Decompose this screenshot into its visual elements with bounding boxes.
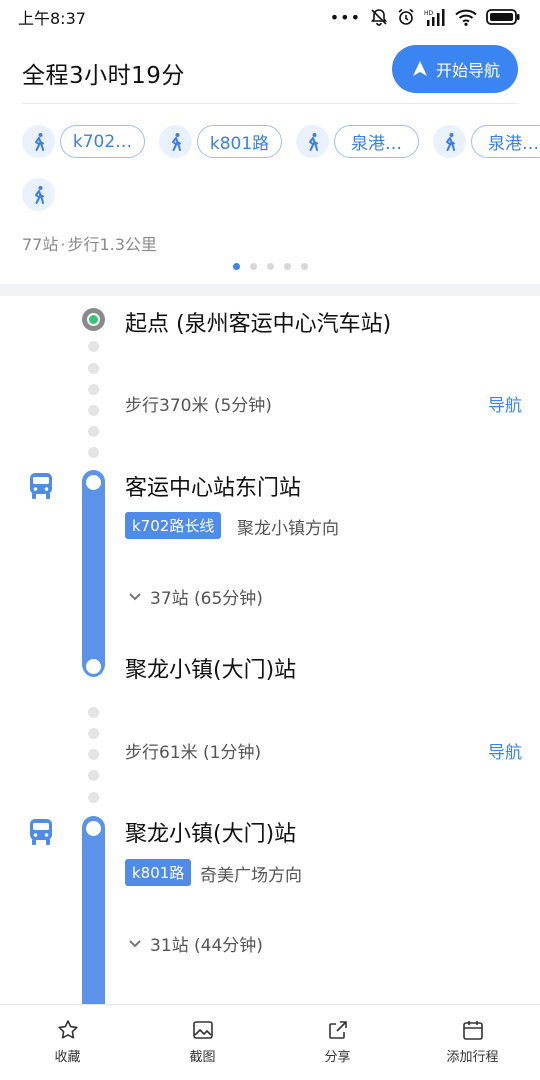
line-chip-quangang-1[interactable]: 泉港… — [334, 125, 419, 158]
walk-icon — [171, 132, 181, 151]
page-dot — [267, 263, 274, 270]
walk-icon — [308, 132, 318, 151]
leg-2-direction: 奇美广场方向 — [200, 866, 302, 886]
wifi-icon — [455, 9, 477, 26]
walk-dot — [88, 363, 99, 374]
leg-2-board-stop: 聚龙小镇(大门)站 — [125, 822, 297, 847]
page-dot-active — [233, 263, 240, 270]
chevron-down-icon — [129, 592, 141, 600]
walk-dot — [88, 770, 99, 781]
add-trip-label: 添加行程 — [446, 1050, 499, 1065]
status-bar: 上午8:37 ••• HD — [0, 0, 540, 34]
star-icon — [57, 1020, 78, 1039]
add-trip-button[interactable]: 添加行程 — [405, 1005, 540, 1080]
page-dot — [301, 263, 308, 270]
board-stop-marker — [83, 818, 104, 839]
walk-chip — [433, 125, 466, 158]
section-divider — [0, 284, 540, 296]
leg-1-stops-info: 37站 (65分钟) — [150, 589, 263, 609]
navigation-arrow-icon — [412, 61, 427, 76]
battery-icon — [486, 9, 520, 25]
image-icon — [192, 1021, 213, 1039]
leg-2-stops-info: 31站 (44分钟) — [150, 936, 263, 956]
more-dots-icon: ••• — [329, 7, 361, 27]
status-icons: ••• HD — [330, 8, 520, 27]
alarm-icon — [398, 8, 414, 25]
walk-icon — [34, 132, 44, 151]
walk-segment-2: 步行61米 (1分钟) — [125, 743, 262, 763]
svg-text:HD: HD — [424, 10, 434, 17]
screenshot-button[interactable]: 截图 — [135, 1005, 270, 1080]
walk-1-navigate-link[interactable]: 导航 — [488, 391, 522, 416]
alight-stop-marker — [83, 656, 104, 677]
stats-separator: · — [60, 235, 66, 254]
favorite-label: 收藏 — [54, 1050, 81, 1065]
start-navigation-label: 开始导航 — [435, 61, 500, 80]
bus-line-k801 — [82, 816, 105, 1004]
origin-marker — [82, 308, 105, 331]
walk-dot — [88, 728, 99, 739]
line-chip-k801[interactable]: k801路 — [197, 125, 282, 158]
page-dot — [250, 263, 257, 270]
walk-dot — [88, 405, 99, 416]
chevron-down-icon — [129, 939, 141, 947]
leg-1-alight-stop: 聚龙小镇(大门)站 — [125, 658, 297, 683]
line-chip-k702[interactable]: k702… — [60, 125, 145, 158]
bottom-action-bar: 收藏 截图 分享 添加行程 — [0, 1004, 540, 1080]
favorite-button[interactable]: 收藏 — [0, 1005, 135, 1080]
walk-distance: 步行1.3公里 — [67, 235, 157, 254]
screenshot-label: 截图 — [189, 1050, 216, 1065]
share-label: 分享 — [324, 1050, 351, 1065]
route-timeline: 起点 (泉州客运中心汽车站) 步行370米 (5分钟) 导航 客运中心站东门站 … — [0, 296, 540, 1004]
start-navigation-button[interactable]: 开始导航 — [392, 45, 518, 93]
walk-segment-1: 步行370米 (5分钟) — [125, 396, 272, 416]
share-button[interactable]: 分享 — [270, 1005, 405, 1080]
walk-dot — [88, 341, 99, 352]
route-chips[interactable]: k702… k801路 泉港… 泉港… — [22, 125, 540, 158]
route-stats: 77站 · 步行1.3公里 — [22, 231, 157, 255]
board-stop-marker — [83, 472, 104, 493]
route-chips-row-2 — [22, 178, 60, 211]
signal-icon: HD — [424, 8, 445, 26]
leg-1-stops-toggle[interactable]: 37站 (65分钟) — [128, 584, 263, 609]
status-time: 上午8:37 — [18, 9, 86, 28]
leg-2-line-badge[interactable]: k801路 — [125, 859, 192, 886]
walk-dot — [88, 447, 99, 458]
total-stops: 77站 — [22, 235, 59, 254]
calendar-icon — [462, 1021, 483, 1040]
walk-dot — [88, 707, 99, 718]
walk-dot — [88, 792, 99, 803]
share-icon — [328, 1021, 347, 1039]
route-duration: 全程3小时19分 — [22, 63, 185, 89]
leg-2-stops-toggle[interactable]: 31站 (44分钟) — [128, 931, 263, 956]
leg-1-line-badge[interactable]: k702路长线 — [125, 512, 222, 539]
bus-icon — [30, 819, 52, 845]
walk-chip — [296, 125, 329, 158]
origin-name: 起点 (泉州客运中心汽车站) — [125, 312, 392, 337]
walk-chip — [159, 125, 192, 158]
page-indicator — [233, 263, 308, 270]
walk-icon — [34, 185, 44, 204]
walk-dot — [88, 426, 99, 437]
header-divider — [22, 103, 518, 104]
walk-chip — [22, 178, 55, 211]
leg-1-direction: 聚龙小镇方向 — [237, 519, 339, 539]
walk-2-navigate-link[interactable]: 导航 — [488, 738, 522, 763]
bell-off-icon — [370, 9, 388, 26]
walk-icon — [445, 132, 455, 151]
page-dot — [284, 263, 291, 270]
line-chip-quangang-2[interactable]: 泉港… — [471, 125, 540, 158]
leg-1-board-stop: 客运中心站东门站 — [125, 476, 302, 501]
bus-line-k702 — [82, 470, 105, 676]
bus-icon — [30, 473, 52, 499]
walk-dot — [88, 749, 99, 760]
walk-dot — [88, 384, 99, 395]
walk-chip — [22, 125, 55, 158]
